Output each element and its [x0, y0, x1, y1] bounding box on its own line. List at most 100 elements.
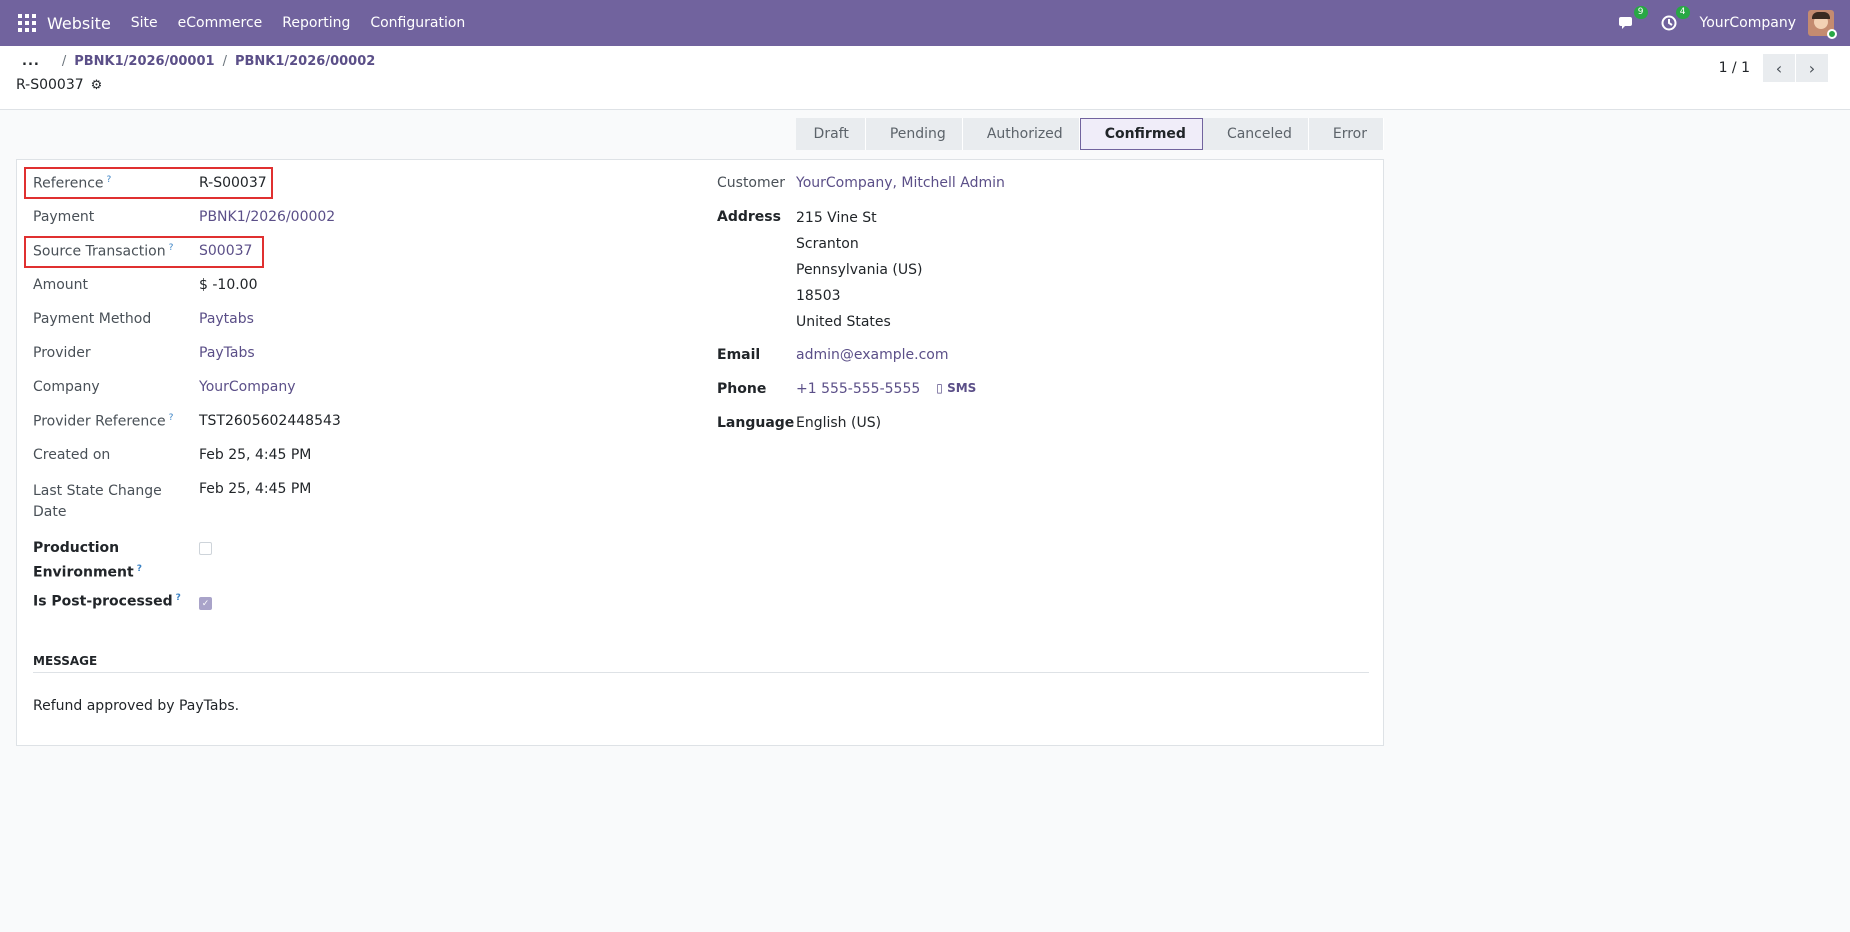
pager-previous-button[interactable]: ‹ — [1763, 54, 1795, 82]
source-transaction-label: Source Transaction — [33, 243, 166, 260]
email-label: Email — [717, 347, 761, 363]
field-is-post-processed: Is Post-processed? ✓ — [33, 593, 212, 610]
field-amount: Amount $ -10.00 — [33, 277, 258, 293]
reference-label: Reference — [33, 175, 104, 192]
stage-error[interactable]: Error — [1308, 118, 1384, 150]
is-post-processed-label: Is Post-processed — [33, 593, 173, 610]
last-state-change-label-line2: Date — [33, 504, 67, 520]
company-label: Company — [33, 379, 100, 395]
field-company: Company YourCompany — [33, 379, 296, 395]
messages-badge: 9 — [1633, 6, 1648, 19]
clock-icon — [1661, 15, 1676, 31]
menu-reporting[interactable]: Reporting — [282, 15, 350, 31]
record-title-row: R-S00037 ⚙ — [16, 77, 102, 93]
control-panel: ... / PBNK1/2026/00001 / PBNK1/2026/0000… — [0, 46, 1850, 110]
provider-reference-label: Provider Reference — [33, 413, 166, 430]
sms-button[interactable]: ▯ SMS — [936, 381, 976, 397]
field-production-environment: Production Environment? — [33, 538, 212, 584]
customer-link[interactable]: YourCompany, Mitchell Admin — [796, 175, 1005, 191]
pager-next-button[interactable]: › — [1796, 54, 1828, 82]
help-icon[interactable]: ? — [169, 243, 174, 253]
address-street[interactable]: 215 Vine St — [796, 205, 923, 231]
gear-icon[interactable]: ⚙ — [91, 78, 103, 93]
message-heading: MESSAGE — [33, 654, 98, 668]
source-transaction-link[interactable]: S00037 — [199, 243, 252, 260]
address-block: 215 Vine St Scranton Pennsylvania (US) 1… — [796, 205, 923, 335]
field-created-on: Created on Feb 25, 4:45 PM — [33, 447, 311, 463]
field-payment: Payment PBNK1/2026/00002 — [33, 209, 335, 225]
breadcrumb-item-payment-2[interactable]: PBNK1/2026/00002 — [235, 54, 375, 69]
form-sheet: Reference? R-S00037 Payment PBNK1/2026/0… — [16, 159, 1384, 746]
address-country[interactable]: United States — [796, 309, 923, 335]
address-state[interactable]: Pennsylvania (US) — [796, 257, 923, 283]
messages-button[interactable]: 9 — [1616, 6, 1648, 34]
field-provider-reference: Provider Reference? TST2605602448543 — [33, 413, 341, 430]
menu-ecommerce[interactable]: eCommerce — [178, 15, 263, 31]
amount-label: Amount — [33, 277, 89, 293]
last-state-change-label-line1: Last State Change — [33, 483, 162, 499]
provider-link[interactable]: PayTabs — [199, 345, 255, 361]
app-brand[interactable]: Website — [47, 14, 111, 33]
breadcrumb-more[interactable]: ... — [22, 54, 40, 69]
production-environment-checkbox[interactable] — [199, 542, 212, 555]
pager: 1 / 1 ‹ › — [1719, 54, 1828, 82]
pager-value[interactable]: 1 / 1 — [1719, 60, 1750, 76]
field-customer: Customer YourCompany, Mitchell Admin — [717, 175, 1005, 191]
production-environment-label-line2: Environment — [33, 564, 134, 581]
top-navbar: Website Site eCommerce Reporting Configu… — [0, 0, 1850, 46]
stage-authorized[interactable]: Authorized — [962, 118, 1080, 150]
address-zip[interactable]: 18503 — [796, 283, 923, 309]
activities-button[interactable]: 4 — [1658, 6, 1690, 34]
reference-value[interactable]: R-S00037 — [199, 175, 267, 192]
field-source-transaction: Source Transaction? S00037 — [33, 243, 252, 260]
apps-grid-icon[interactable] — [18, 14, 36, 32]
chevron-right-icon: › — [1808, 58, 1816, 78]
production-environment-label-line1: Production — [33, 540, 120, 556]
email-link[interactable]: admin@example.com — [796, 347, 948, 363]
address-city[interactable]: Scranton — [796, 231, 923, 257]
phone-label: Phone — [717, 381, 767, 397]
field-language: Language English (US) — [717, 415, 881, 431]
created-on-value[interactable]: Feb 25, 4:45 PM — [199, 447, 311, 463]
field-address: Address 215 Vine St Scranton Pennsylvani… — [717, 209, 923, 335]
address-label: Address — [717, 209, 781, 225]
last-state-change-value[interactable]: Feb 25, 4:45 PM — [199, 481, 311, 523]
payment-method-label: Payment Method — [33, 311, 152, 327]
phone-link[interactable]: +1 555-555-5555 — [796, 381, 920, 397]
customer-label: Customer — [717, 175, 786, 191]
field-email: Email admin@example.com — [717, 347, 948, 363]
user-avatar[interactable] — [1808, 10, 1837, 39]
field-reference: Reference? R-S00037 — [33, 175, 267, 192]
company-switcher[interactable]: YourCompany — [1700, 15, 1797, 31]
message-text: Refund approved by PayTabs. — [33, 698, 240, 714]
help-icon[interactable]: ? — [107, 175, 112, 185]
stage-confirmed[interactable]: Confirmed — [1079, 118, 1203, 150]
message-divider — [33, 672, 1369, 673]
check-icon: ✓ — [201, 598, 210, 609]
menu-configuration[interactable]: Configuration — [370, 15, 465, 31]
stage-draft[interactable]: Draft — [795, 118, 866, 150]
is-post-processed-checkbox[interactable]: ✓ — [199, 597, 212, 610]
field-last-state-change: Last State Change Date Feb 25, 4:45 PM — [33, 481, 311, 523]
field-payment-method: Payment Method Paytabs — [33, 311, 254, 327]
payment-label: Payment — [33, 209, 95, 225]
help-icon[interactable]: ? — [169, 413, 174, 423]
help-icon[interactable]: ? — [176, 593, 181, 603]
amount-value[interactable]: $ -10.00 — [199, 277, 258, 293]
payment-method-link[interactable]: Paytabs — [199, 311, 254, 327]
field-provider: Provider PayTabs — [33, 345, 255, 361]
language-value[interactable]: English (US) — [796, 415, 881, 431]
created-on-label: Created on — [33, 447, 111, 463]
help-icon[interactable]: ? — [137, 564, 142, 574]
breadcrumb-item-payment-1[interactable]: PBNK1/2026/00001 — [74, 54, 214, 69]
breadcrumb: ... / PBNK1/2026/00001 / PBNK1/2026/0000… — [22, 54, 376, 69]
stage-pending[interactable]: Pending — [865, 118, 963, 150]
stage-canceled[interactable]: Canceled — [1202, 118, 1309, 150]
provider-label: Provider — [33, 345, 91, 361]
activities-badge: 4 — [1675, 6, 1690, 19]
provider-reference-value[interactable]: TST2605602448543 — [199, 413, 341, 430]
menu-site[interactable]: Site — [131, 15, 158, 31]
payment-link[interactable]: PBNK1/2026/00002 — [199, 209, 335, 225]
field-phone: Phone +1 555-555-5555 ▯ SMS — [717, 381, 976, 397]
company-link[interactable]: YourCompany — [199, 379, 296, 395]
